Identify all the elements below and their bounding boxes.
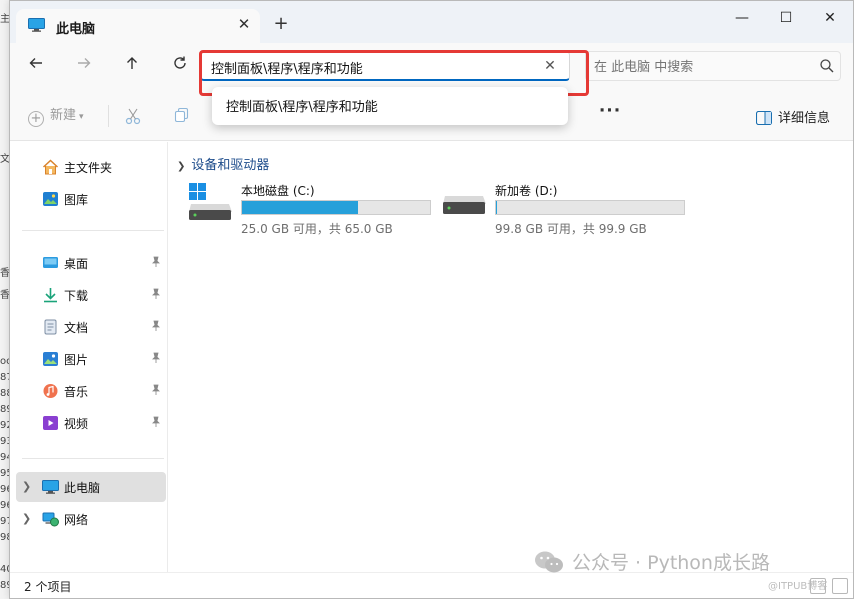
pin-icon[interactable] bbox=[150, 288, 162, 300]
sidebar-item-videos[interactable]: 视频 bbox=[16, 408, 166, 438]
drive-name: 新加卷 (D:) bbox=[495, 184, 558, 198]
sidebar-item-label: 主文件夹 bbox=[64, 161, 113, 175]
up-button[interactable] bbox=[118, 53, 146, 79]
minimize-button[interactable]: — bbox=[720, 5, 764, 31]
sidebar-item-pictures[interactable]: 图片 bbox=[16, 344, 166, 374]
arrow-up-icon bbox=[127, 57, 137, 69]
document-icon bbox=[44, 319, 57, 335]
pin-icon[interactable] bbox=[150, 416, 162, 428]
close-window-button[interactable]: ✕ bbox=[808, 5, 852, 31]
chevron-right-icon[interactable]: ❯ bbox=[22, 480, 31, 493]
sidebar-item-label: 此电脑 bbox=[64, 481, 101, 495]
title-bar: 此电脑 ✕ + — ☐ ✕ bbox=[10, 1, 853, 43]
download-icon bbox=[44, 288, 57, 303]
sidebar-divider bbox=[22, 458, 164, 459]
new-label: 新建 bbox=[50, 108, 77, 123]
copy-icon[interactable] bbox=[174, 107, 190, 123]
new-tab-button[interactable]: + bbox=[270, 13, 292, 35]
content-area: ❯ 设备和驱动器 本地磁盘 (C:) 25.0 GB 可用，共 65.0 GB 新… bbox=[169, 142, 853, 572]
more-options-button[interactable]: ··· bbox=[598, 101, 622, 125]
sidebar-item-label: 音乐 bbox=[64, 385, 89, 399]
tab-close-icon[interactable]: ✕ bbox=[234, 14, 254, 34]
watermark-sub: @ITPUB博客 bbox=[768, 581, 828, 592]
details-pane-icon bbox=[755, 110, 773, 126]
pin-icon[interactable] bbox=[150, 384, 162, 396]
sidebar-item-label: 下载 bbox=[64, 289, 89, 303]
chevron-down-icon: ▾ bbox=[79, 112, 84, 122]
details-pane-button[interactable]: 详细信息 bbox=[755, 107, 831, 127]
sidebar-item-label: 网络 bbox=[64, 513, 89, 527]
sidebar-item-this-pc[interactable]: ❯ 此电脑 bbox=[16, 472, 166, 502]
drive-size-text: 99.8 GB 可用，共 99.9 GB bbox=[495, 222, 647, 236]
drive-icon bbox=[189, 183, 232, 220]
monitor-icon bbox=[28, 18, 45, 32]
sidebar-item-gallery[interactable]: 图库 bbox=[16, 184, 166, 214]
sidebar-item-label: 桌面 bbox=[64, 257, 89, 271]
group-title: 设备和驱动器 bbox=[191, 158, 270, 173]
drive-c[interactable]: 本地磁盘 (C:) 25.0 GB 可用，共 65.0 GB bbox=[189, 180, 439, 238]
gallery-icon bbox=[43, 192, 58, 206]
drive-name: 本地磁盘 (C:) bbox=[241, 184, 315, 198]
drive-usage-fill bbox=[242, 201, 358, 214]
tab-title: 此电脑 bbox=[56, 22, 96, 37]
sidebar-item-music[interactable]: 音乐 bbox=[16, 376, 166, 406]
group-header[interactable]: ❯ 设备和驱动器 bbox=[177, 154, 269, 173]
chevron-right-icon[interactable]: ❯ bbox=[22, 512, 31, 525]
watermark: 公众号 · Python成长路 bbox=[534, 548, 770, 575]
refresh-icon bbox=[174, 56, 186, 69]
sidebar-item-downloads[interactable]: 下载 bbox=[16, 280, 166, 310]
wechat-icon bbox=[535, 551, 563, 573]
drive-usage-bar bbox=[241, 200, 431, 215]
tab-this-pc[interactable]: 此电脑 ✕ bbox=[16, 9, 260, 43]
new-button[interactable]: + 新建 ▾ bbox=[28, 104, 84, 127]
scissors-icon[interactable] bbox=[124, 107, 142, 125]
home-icon bbox=[42, 159, 59, 175]
search-icon bbox=[820, 59, 834, 73]
tiles-view-button[interactable] bbox=[832, 578, 848, 594]
plus-icon: + bbox=[28, 111, 44, 127]
sidebar-item-home[interactable]: 主文件夹 bbox=[16, 152, 166, 182]
sidebar-item-label: 文档 bbox=[64, 321, 89, 335]
chevron-down-icon: ❯ bbox=[177, 161, 186, 172]
search-box[interactable] bbox=[585, 51, 841, 81]
picture-icon bbox=[43, 352, 58, 366]
refresh-button[interactable] bbox=[166, 53, 194, 79]
arrow-left-icon bbox=[29, 58, 42, 68]
drive-d[interactable]: 新加卷 (D:) 99.8 GB 可用，共 99.9 GB bbox=[443, 180, 693, 238]
details-label: 详细信息 bbox=[778, 111, 831, 126]
sidebar-item-label: 图库 bbox=[64, 193, 89, 207]
sidebar-item-network[interactable]: ❯ 网络 bbox=[16, 504, 166, 534]
sidebar-item-desktop[interactable]: 桌面 bbox=[16, 248, 166, 278]
status-bar: 2 个项目 bbox=[10, 572, 853, 598]
suggestion-item[interactable]: 控制面板\程序\程序和功能 bbox=[226, 96, 378, 115]
toolbar-divider bbox=[108, 105, 109, 127]
navigation-pane: 主文件夹 图库 桌面 下载 文档 图片 音乐 视频 ❯ 此电脑 ❯ 网络 bbox=[10, 142, 168, 572]
drive-size-text: 25.0 GB 可用，共 65.0 GB bbox=[241, 222, 393, 236]
search-input[interactable] bbox=[594, 58, 804, 76]
item-count: 2 个项目 bbox=[24, 580, 72, 594]
sidebar-item-label: 图片 bbox=[64, 353, 89, 367]
sidebar-divider bbox=[22, 230, 164, 231]
network-icon bbox=[42, 512, 59, 527]
file-explorer-window: 此电脑 ✕ + — ☐ ✕ ✕ + 新建▾ bbox=[9, 0, 854, 599]
sidebar-item-documents[interactable]: 文档 bbox=[16, 312, 166, 342]
pin-icon[interactable] bbox=[150, 256, 162, 268]
address-suggestion-dropdown: 控制面板\程序\程序和功能 bbox=[212, 87, 568, 125]
maximize-button[interactable]: ☐ bbox=[764, 5, 808, 31]
monitor-icon bbox=[42, 480, 59, 494]
music-icon bbox=[43, 384, 58, 398]
video-icon bbox=[43, 416, 58, 430]
sidebar-item-label: 视频 bbox=[64, 417, 89, 431]
back-button[interactable] bbox=[22, 53, 50, 79]
arrow-right-icon bbox=[78, 58, 91, 68]
drive-usage-bar bbox=[495, 200, 685, 215]
forward-button[interactable] bbox=[70, 53, 98, 79]
pin-icon[interactable] bbox=[150, 352, 162, 364]
pin-icon[interactable] bbox=[150, 320, 162, 332]
desktop-icon bbox=[43, 257, 58, 268]
drive-icon bbox=[443, 196, 486, 214]
watermark-text: 公众号 · Python成长路 bbox=[572, 552, 770, 574]
